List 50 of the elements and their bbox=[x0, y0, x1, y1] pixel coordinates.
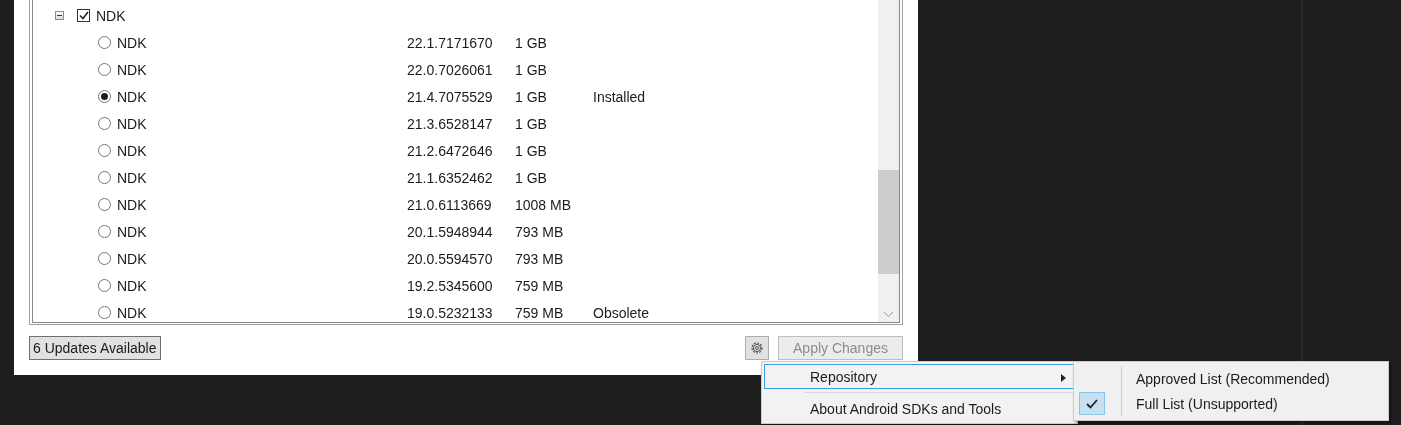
version-cell-text: 21.2.6472646 bbox=[407, 142, 494, 159]
package-name: NDK bbox=[117, 88, 148, 105]
size-cell-text: 793 MB bbox=[515, 250, 565, 267]
status-cell-text: Obsolete bbox=[593, 304, 651, 321]
version-cell-text: 21.3.6528147 bbox=[407, 115, 494, 132]
size-cell-text: 1 GB bbox=[515, 115, 548, 132]
size-cell-text: 1 GB bbox=[515, 34, 548, 51]
version-cell-text: 22.1.7171670 bbox=[407, 34, 494, 51]
size-cell-text: 1 GB bbox=[515, 61, 548, 78]
size-cell-text: 1 GB bbox=[515, 169, 548, 186]
package-name: NDK bbox=[117, 250, 148, 267]
version-cell-text: 21.4.7075529 bbox=[407, 88, 494, 105]
version-cell-text: 20.1.5948944 bbox=[407, 223, 494, 240]
status-cell-text: Installed bbox=[593, 88, 647, 105]
package-name: NDK bbox=[117, 34, 148, 51]
package-name: NDK bbox=[117, 61, 148, 78]
size-cell-text: 759 MB bbox=[515, 277, 565, 294]
size-cell-text: 1 GB bbox=[515, 142, 548, 159]
settings-icon bbox=[749, 340, 765, 356]
package-name: NDK bbox=[117, 169, 148, 186]
settings-button[interactable] bbox=[745, 336, 769, 360]
menu-item[interactable]: Full List (Unsupported) bbox=[1076, 391, 1386, 416]
package-name: NDK bbox=[117, 142, 148, 159]
scrollbar[interactable] bbox=[878, 0, 899, 322]
package-name: NDK bbox=[117, 223, 148, 240]
tree-item-label: NDK bbox=[96, 7, 126, 24]
updates-button[interactable]: 6 Updates Available bbox=[29, 336, 161, 360]
size-cell-text: 759 MB bbox=[515, 304, 565, 321]
size-cell-text: 1 GB bbox=[515, 88, 548, 105]
checkbox[interactable] bbox=[77, 9, 90, 22]
package-name: NDK bbox=[117, 277, 148, 294]
menu-item[interactable]: Approved List (Recommended) bbox=[1076, 366, 1386, 391]
size-cell-text: 1008 MB bbox=[515, 196, 573, 213]
version-cell-text: 21.1.6352462 bbox=[407, 169, 494, 186]
package-name: NDK bbox=[117, 115, 148, 132]
version-cell-text: 22.0.7026061 bbox=[407, 61, 494, 78]
menu-item[interactable]: About Android SDKs and Tools bbox=[764, 396, 1075, 421]
version-cell-text: 20.0.5594570 bbox=[407, 250, 494, 267]
package-name: NDK bbox=[117, 196, 148, 213]
package-name: NDK bbox=[117, 304, 148, 321]
submenu-arrow-icon bbox=[1061, 374, 1066, 382]
version-cell-text: 21.0.6113669 bbox=[407, 196, 493, 213]
minus-icon bbox=[57, 15, 62, 16]
chevron-down-icon[interactable] bbox=[883, 311, 894, 318]
checkmark-icon bbox=[1086, 398, 1098, 409]
version-cell-text: 19.2.5345600 bbox=[407, 277, 494, 294]
menu-item[interactable]: Repository bbox=[764, 364, 1075, 389]
collapse-toggle[interactable] bbox=[55, 11, 64, 20]
version-cell-text: 19.0.5232133 bbox=[407, 304, 494, 321]
size-cell-text: 793 MB bbox=[515, 223, 565, 240]
